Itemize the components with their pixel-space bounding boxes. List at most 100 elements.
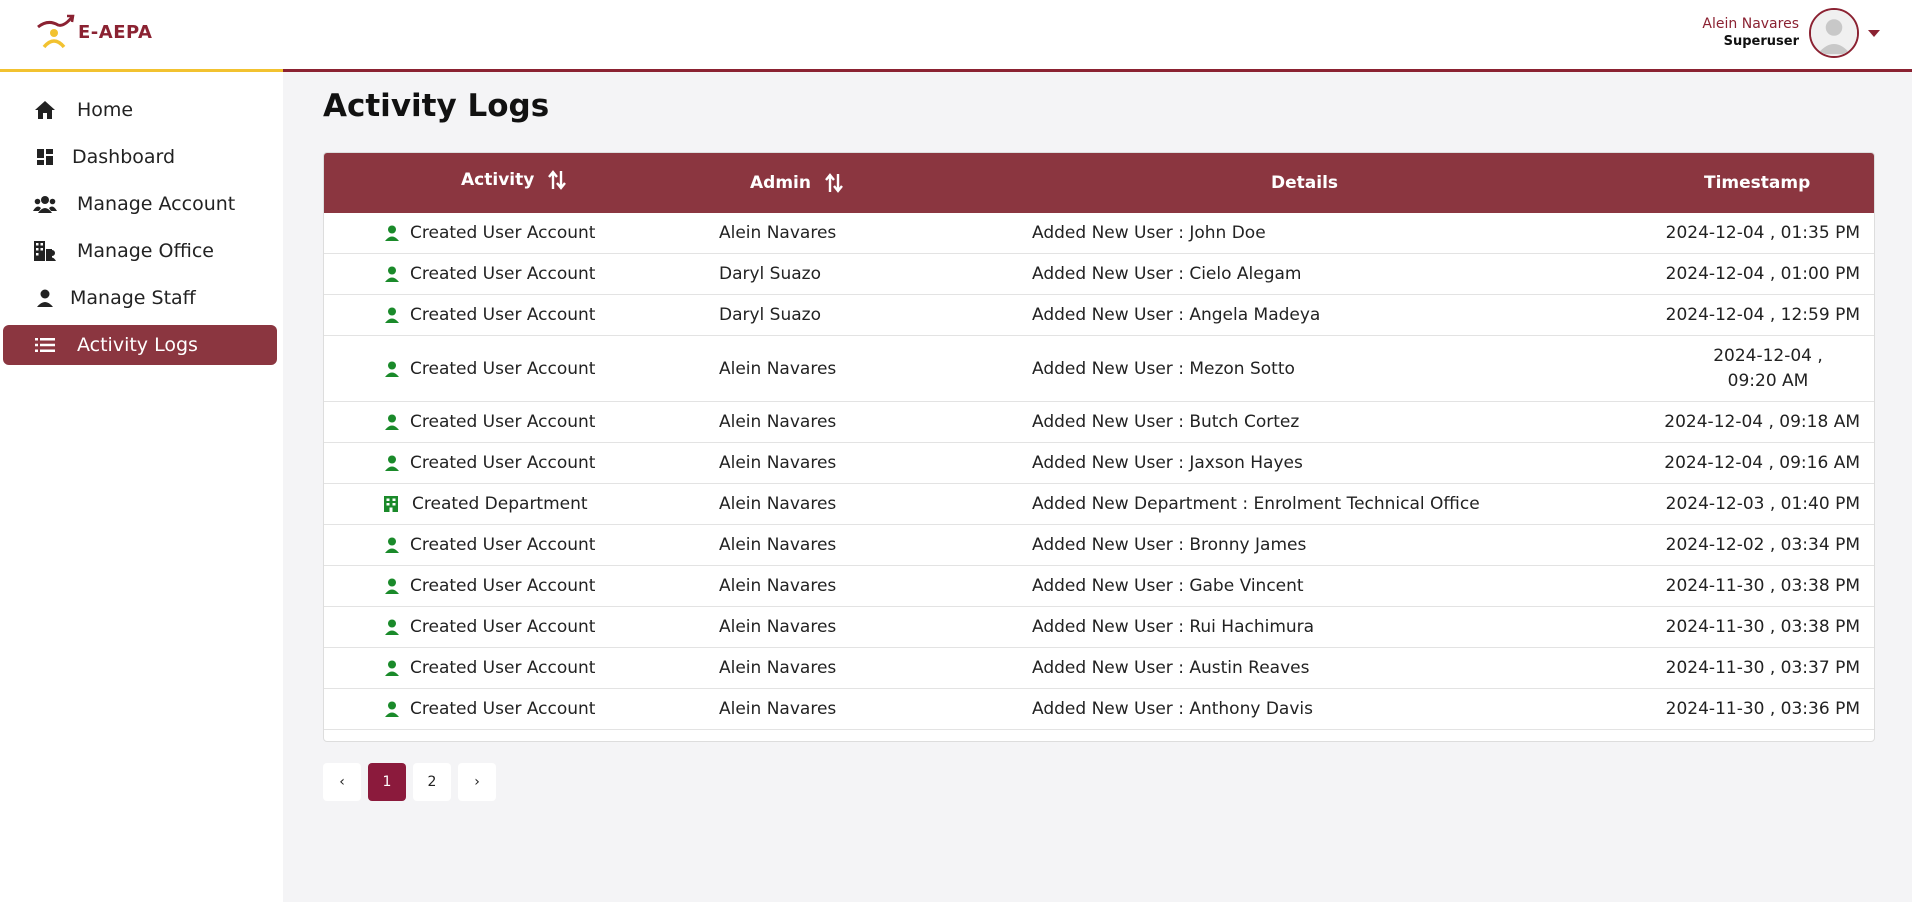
cell-timestamp: 2024-11-30 , 03:37 PM xyxy=(1624,648,1860,688)
cell-timestamp: 2024-12-04 , 01:00 PM xyxy=(1624,254,1860,294)
table-row: Created User Account Alein Navares Added N… xyxy=(324,689,1874,730)
column-header-details: Details xyxy=(1271,153,1338,213)
cell-activity: Created User Account xyxy=(384,689,595,729)
table-header: Activity Admin Details Timestamp xyxy=(324,153,1874,213)
timestamp-text: 2024-11-30 , 03:38 PM xyxy=(1665,575,1860,596)
timestamp-text: 2024-12-02 , 03:34 PM xyxy=(1665,534,1860,555)
cell-timestamp: 2024-12-02 , 03:34 PM xyxy=(1624,525,1860,565)
cell-admin: Alein Navares xyxy=(719,658,837,678)
sidebar-item-label: Dashboard xyxy=(72,146,176,168)
list-icon xyxy=(33,335,57,355)
sidebar-item-activity-logs[interactable]: Activity Logs xyxy=(3,325,277,365)
chevron-down-icon[interactable] xyxy=(1868,30,1880,37)
cell-details: Added New User : John Doe xyxy=(1032,223,1266,243)
table-row: Created User Account Alein Navares Added N… xyxy=(324,566,1874,607)
sidebar-item-manage-account[interactable]: Manage Account xyxy=(3,184,277,224)
sort-icon[interactable] xyxy=(825,172,843,194)
table-row: Created User Account Alein Navares Added N… xyxy=(324,213,1874,254)
activity-text: Created User Account xyxy=(410,358,596,379)
cell-timestamp: 2024-12-04 , 01:35 PM xyxy=(1624,213,1860,253)
cell-timestamp: 2024-12-03 , 01:40 PM xyxy=(1624,484,1860,524)
activity-text: Created User Account xyxy=(410,305,596,325)
activity-text: Created User Account xyxy=(410,453,596,473)
app-logo[interactable]: E-AEPA xyxy=(34,12,152,52)
cell-details: Added New User : Jaxson Hayes xyxy=(1032,453,1303,473)
table-row: Created User Account Alein Navares Added N… xyxy=(324,402,1874,443)
cell-details: Added New User : Austin Reaves xyxy=(1032,658,1310,678)
cell-timestamp: 2024-12-04 , 09:18 AM xyxy=(1624,402,1860,442)
activity-logs-table: Activity Admin Details Timestamp Created… xyxy=(323,152,1875,742)
dashboard-icon xyxy=(33,147,57,167)
cell-activity: Created User Account xyxy=(384,295,595,335)
sidebar-item-home[interactable]: Home xyxy=(3,90,277,130)
staff-icon xyxy=(33,288,57,308)
column-header-admin[interactable]: Admin xyxy=(750,153,843,213)
table-row: Created User Account Alein Navares Added N… xyxy=(324,648,1874,689)
table-row: Created User Account Alein Navares Added N… xyxy=(324,336,1874,402)
prev-page-button[interactable]: ‹ xyxy=(323,763,361,801)
table-row: Created Department Alein Navares Added New… xyxy=(324,484,1874,525)
cell-activity: Created User Account xyxy=(384,336,595,401)
sidebar-item-label: Manage Office xyxy=(77,240,214,262)
timestamp-text: 2024-11-30 , 03:37 PM xyxy=(1665,657,1860,678)
table-row: Created User Account Daryl Suazo Added New… xyxy=(324,254,1874,295)
page-button-2[interactable]: 2 xyxy=(413,763,451,801)
cell-details: Added New User : Anthony Davis xyxy=(1032,699,1313,719)
activity-text: Created User Account xyxy=(410,412,596,432)
sort-icon[interactable] xyxy=(548,169,567,191)
cell-admin: Alein Navares xyxy=(719,617,837,637)
timestamp-text: 2024-12-04 , 09:20 AM xyxy=(1713,345,1823,391)
cell-activity: Created User Account xyxy=(384,607,595,647)
cell-details: Added New Department : Enrolment Technic… xyxy=(1032,494,1480,514)
cell-activity: Created User Account xyxy=(384,254,595,294)
page-button-1[interactable]: 1 xyxy=(368,763,406,801)
cell-timestamp: 2024-11-30 , 03:38 PM xyxy=(1624,566,1860,606)
office-icon xyxy=(33,241,57,261)
cell-details: Added New User : Rui Hachimura xyxy=(1032,617,1315,637)
header-accent-red xyxy=(283,69,1912,72)
activity-text: Created User Account xyxy=(410,617,596,637)
avatar[interactable] xyxy=(1809,8,1859,58)
sidebar-item-label: Manage Account xyxy=(77,193,236,215)
cell-activity: Created Department xyxy=(384,484,588,524)
timestamp-text: 2024-12-04 , 01:00 PM xyxy=(1665,263,1860,284)
sidebar-item-dashboard[interactable]: Dashboard xyxy=(3,137,277,177)
users-icon xyxy=(33,194,57,214)
cell-admin: Alein Navares xyxy=(719,358,837,379)
table-row: Created User Account Alein Navares Added N… xyxy=(324,525,1874,566)
user-icon xyxy=(384,307,400,323)
page-title: Activity Logs xyxy=(323,88,550,124)
activity-text: Created Department xyxy=(412,494,588,514)
column-header-label: Timestamp xyxy=(1704,173,1811,193)
cell-activity: Created User Account xyxy=(384,443,595,483)
cell-details: Added New User : Mezon Sotto xyxy=(1032,358,1295,379)
user-icon xyxy=(384,361,400,377)
table-row: Created User Account Daryl Suazo Added New… xyxy=(324,295,1874,336)
cell-details: Added New User : Angela Madeya xyxy=(1032,305,1321,325)
cell-admin: Alein Navares xyxy=(719,453,837,473)
cell-admin: Alein Navares xyxy=(719,699,837,719)
user-menu[interactable]: Alein Navares Superuser xyxy=(1702,8,1859,58)
user-icon xyxy=(384,660,400,676)
cell-activity: Created User Account xyxy=(384,648,595,688)
table-row: Created User Account Alein Navares Added N… xyxy=(324,443,1874,484)
cell-timestamp: 2024-11-30 , 03:36 PM xyxy=(1624,689,1860,729)
cell-details: Added New User : Cielo Alegam xyxy=(1032,264,1302,284)
sidebar-item-manage-office[interactable]: Manage Office xyxy=(3,231,277,271)
cell-admin: Alein Navares xyxy=(719,223,837,243)
user-role: Superuser xyxy=(1723,34,1799,49)
user-icon xyxy=(384,225,400,241)
column-header-activity[interactable]: Activity xyxy=(461,153,567,210)
user-icon xyxy=(384,619,400,635)
cell-activity: Created User Account xyxy=(384,402,595,442)
avatar-placeholder-icon xyxy=(1811,10,1857,56)
timestamp-text: 2024-12-03 , 01:40 PM xyxy=(1665,493,1860,514)
next-page-button[interactable]: › xyxy=(458,763,496,801)
column-header-label: Admin xyxy=(750,173,811,193)
cell-timestamp: 2024-12-04 , 12:59 PM xyxy=(1624,295,1860,335)
pagination: ‹ 1 2 › xyxy=(323,763,503,801)
cell-admin: Alein Navares xyxy=(719,494,837,514)
sidebar-item-manage-staff[interactable]: Manage Staff xyxy=(3,278,277,318)
home-icon xyxy=(33,100,57,120)
cell-admin: Alein Navares xyxy=(719,412,837,432)
